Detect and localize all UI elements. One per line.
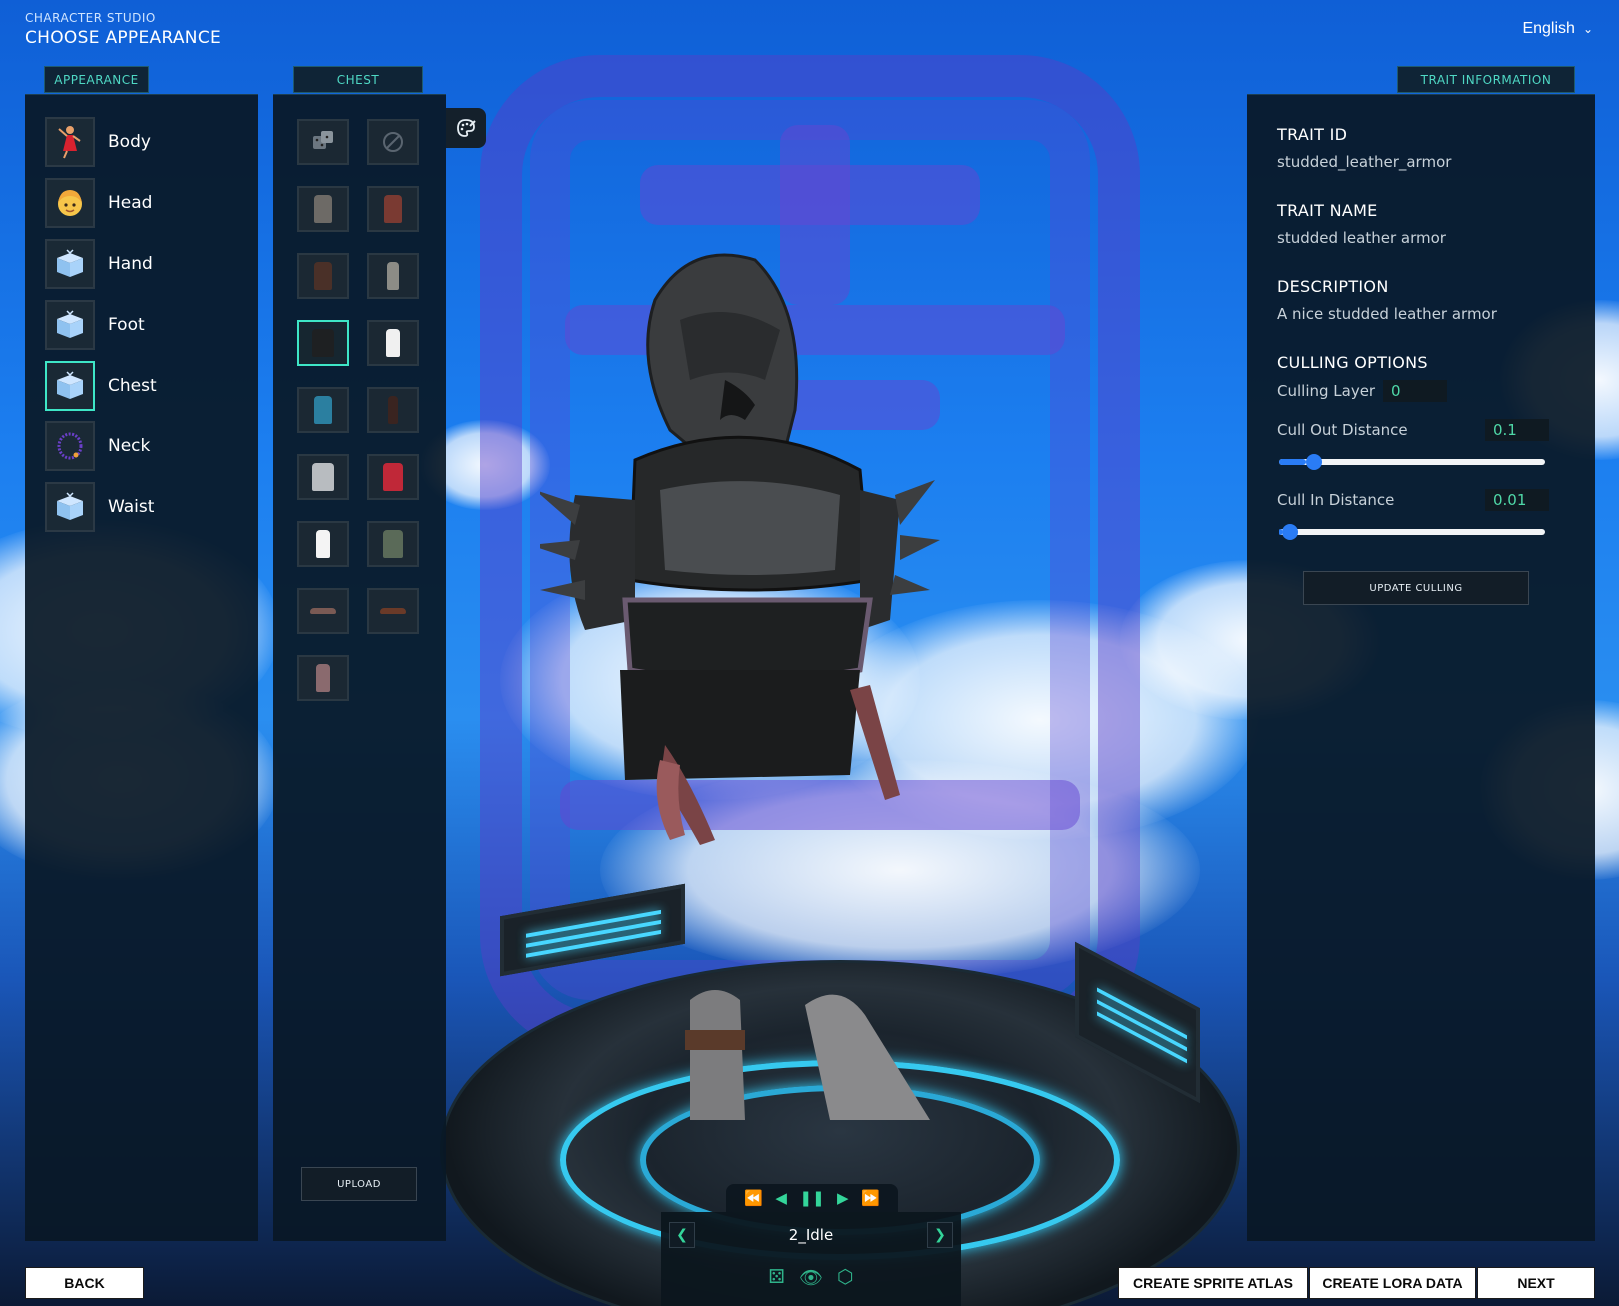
description-heading: DESCRIPTION	[1277, 277, 1389, 296]
chest-trait-item[interactable]	[297, 253, 349, 299]
cull-out-distance-slider[interactable]	[1279, 454, 1545, 470]
chest-trait-item[interactable]	[367, 454, 419, 500]
chest-trait-item[interactable]	[297, 387, 349, 433]
trait-name-heading: TRAIT NAME	[1277, 201, 1378, 220]
cull-out-distance-input[interactable]: 0.1	[1485, 419, 1549, 441]
random-trait-button[interactable]	[297, 119, 349, 165]
appearance-item-foot[interactable]: Foot	[45, 300, 145, 350]
cull-out-distance-label: Cull Out Distance	[1277, 421, 1408, 439]
no-trait-icon	[383, 132, 403, 152]
page-title: CHOOSE APPEARANCE	[25, 28, 222, 48]
chest-trait-item[interactable]	[367, 186, 419, 232]
appearance-item-label: Neck	[108, 436, 151, 456]
appearance-item-label: Foot	[108, 315, 145, 335]
box-icon	[45, 239, 95, 289]
animation-name: 2_Idle	[788, 1226, 834, 1244]
palette-icon	[457, 119, 476, 137]
slider-knob[interactable]	[1305, 454, 1322, 470]
tab-appearance[interactable]: APPEARANCE	[44, 66, 149, 93]
logo-glyph	[640, 165, 980, 225]
chest-trait-item[interactable]	[367, 387, 419, 433]
create-sprite-atlas-button[interactable]: CREATE SPRITE ATLAS	[1118, 1267, 1308, 1299]
appearance-item-chest[interactable]: Chest	[45, 361, 157, 411]
cull-in-distance-slider[interactable]	[1279, 524, 1545, 540]
box-icon	[45, 361, 95, 411]
tab-trait-information[interactable]: TRAIT INFORMATION	[1397, 66, 1575, 93]
chest-trait-item[interactable]	[367, 253, 419, 299]
trait-name-value: studded leather armor	[1277, 229, 1446, 247]
play-icon[interactable]: ▶	[837, 1189, 849, 1207]
character-model	[540, 253, 940, 1120]
chest-panel: UPLOAD	[273, 94, 446, 1241]
create-lora-data-button[interactable]: CREATE LORA DATA	[1309, 1267, 1476, 1299]
language-label: English	[1522, 20, 1575, 37]
eye-icon[interactable]: 👁	[799, 1266, 823, 1289]
chevron-down-icon: ⌄	[1582, 22, 1593, 36]
pause-icon[interactable]: ❚❚	[799, 1189, 824, 1207]
chest-trait-item[interactable]	[297, 521, 349, 567]
step-back-icon[interactable]: ◀	[775, 1189, 787, 1207]
studio-subtitle: CHARACTER STUDIO	[25, 11, 156, 25]
appearance-item-label: Head	[108, 193, 153, 213]
face-icon	[45, 178, 95, 228]
upload-button[interactable]: UPLOAD	[301, 1167, 417, 1201]
next-button[interactable]: NEXT	[1477, 1267, 1595, 1299]
language-select[interactable]: English ⌄	[1522, 20, 1593, 38]
next-animation-button[interactable]: ❯	[927, 1222, 953, 1248]
appearance-item-label: Hand	[108, 254, 153, 274]
chest-trait-item[interactable]	[297, 655, 349, 701]
dice-icon[interactable]: ⚄	[768, 1266, 785, 1289]
appearance-panel: Body Head Hand Foot Chest Neck Waist	[25, 94, 258, 1241]
appearance-item-neck[interactable]: Neck	[45, 421, 150, 471]
chest-trait-item[interactable]	[367, 521, 419, 567]
animation-selector: ❮ 2_Idle ❯ ⚄ 👁 ⬡	[661, 1212, 961, 1306]
cull-in-distance-input[interactable]: 0.01	[1485, 489, 1549, 511]
rewind-icon[interactable]: ⏪	[744, 1189, 763, 1207]
appearance-item-hand[interactable]: Hand	[45, 239, 153, 289]
slider-fill	[1279, 459, 1306, 465]
chest-trait-item-selected[interactable]	[297, 320, 349, 366]
chest-trait-item[interactable]	[367, 320, 419, 366]
animation-playback-controls: ⏪ ◀ ❚❚ ▶ ⏩	[726, 1184, 898, 1212]
slider-knob[interactable]	[1281, 524, 1298, 540]
appearance-item-head[interactable]: Head	[45, 178, 152, 228]
chest-trait-item[interactable]	[297, 454, 349, 500]
description-value: A nice studded leather armor	[1277, 305, 1497, 323]
trait-information-panel: TRAIT ID studded_leather_armor TRAIT NAM…	[1247, 94, 1595, 1241]
culling-options-heading: CULLING OPTIONS	[1277, 353, 1428, 372]
cull-in-distance-label: Cull In Distance	[1277, 491, 1395, 509]
appearance-item-label: Chest	[108, 376, 157, 396]
chevron-right-icon: ❯	[934, 1227, 946, 1243]
cube-icon[interactable]: ⬡	[837, 1266, 854, 1289]
dancer-icon	[45, 117, 95, 167]
appearance-item-label: Waist	[108, 497, 155, 517]
appearance-item-label: Body	[108, 132, 151, 152]
trait-id-heading: TRAIT ID	[1277, 125, 1348, 144]
fast-forward-icon[interactable]: ⏩	[861, 1189, 880, 1207]
chest-trait-item[interactable]	[367, 588, 419, 634]
appearance-item-waist[interactable]: Waist	[45, 482, 154, 532]
chest-trait-item[interactable]	[297, 588, 349, 634]
culling-layer-input[interactable]: 0	[1383, 380, 1447, 402]
trait-id-value: studded_leather_armor	[1277, 153, 1452, 171]
palette-tool-button[interactable]	[446, 108, 486, 148]
dice-icon	[313, 131, 333, 149]
chest-trait-item[interactable]	[297, 186, 349, 232]
update-culling-button[interactable]: UPDATE CULLING	[1303, 571, 1529, 605]
necklace-icon	[45, 421, 95, 471]
culling-layer-label: Culling Layer	[1277, 382, 1376, 400]
tab-chest[interactable]: CHEST	[293, 66, 423, 93]
back-button[interactable]: BACK	[25, 1267, 144, 1299]
appearance-item-body[interactable]: Body	[45, 117, 151, 167]
box-icon	[45, 300, 95, 350]
box-icon	[45, 482, 95, 532]
remove-trait-button[interactable]	[367, 119, 419, 165]
